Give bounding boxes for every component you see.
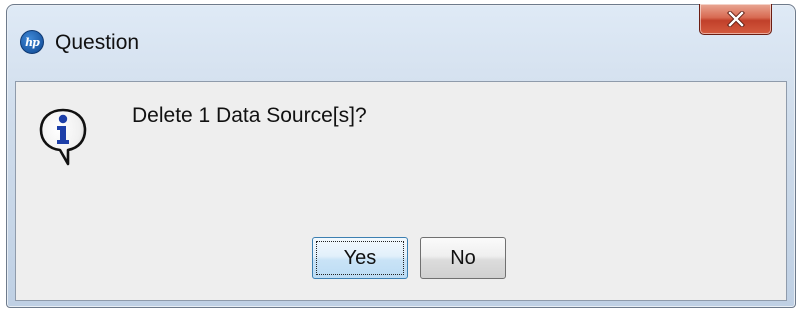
yes-button[interactable]: Yes [312, 237, 408, 279]
no-button-label: No [450, 246, 476, 269]
close-icon [726, 11, 745, 27]
dialog-message: Delete 1 Data Source[s]? [132, 104, 367, 127]
dialog-title: Question [55, 31, 140, 54]
hp-logo-text: hp [25, 35, 40, 49]
no-button[interactable]: No [420, 237, 506, 279]
info-icon [39, 108, 87, 166]
hp-logo-icon: hp [20, 30, 44, 54]
dialog-body: Delete 1 Data Source[s]? Yes No [15, 81, 787, 301]
close-button[interactable] [699, 4, 772, 35]
yes-button-label: Yes [343, 246, 377, 269]
title-bar[interactable]: hp Question [7, 4, 795, 81]
question-dialog: hp Question Delete 1 Data Source[s]? Yes… [6, 4, 796, 308]
